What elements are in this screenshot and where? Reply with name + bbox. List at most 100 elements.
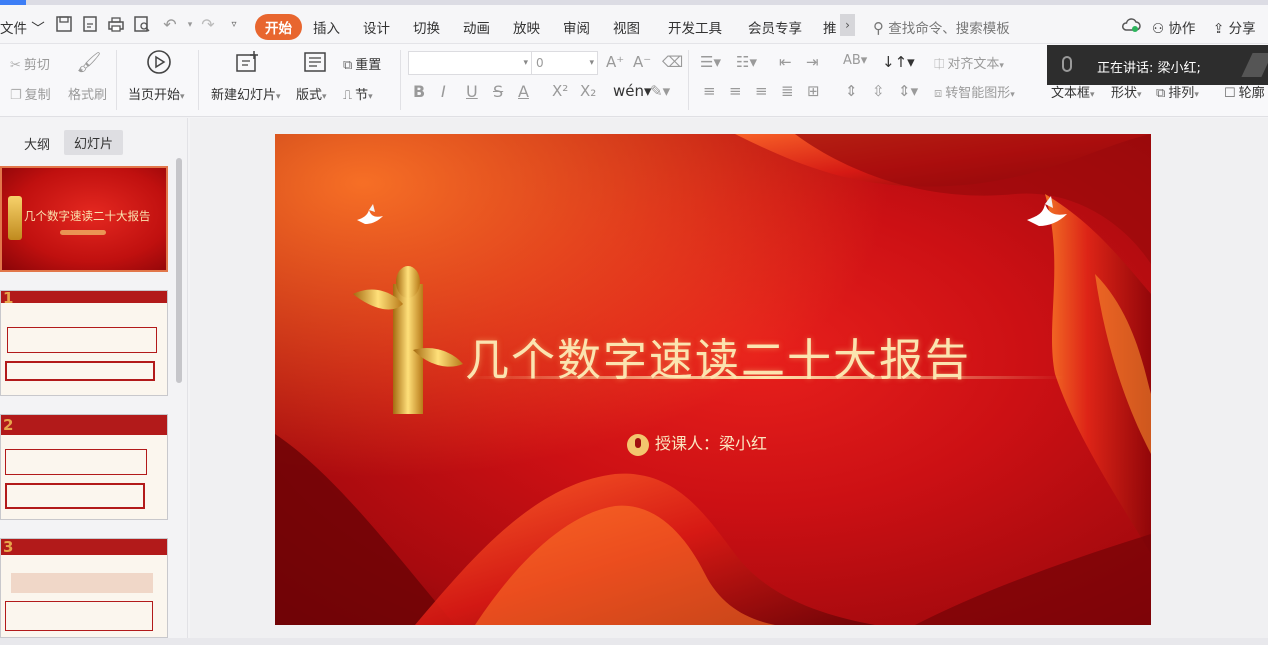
tab-member[interactable]: 会员专享 [748,17,802,37]
align-right-icon[interactable]: ≡ [755,82,768,100]
clear-format-icon[interactable]: ⌫ [662,53,683,71]
paragraph-spacing-icon[interactable]: ⇳ [872,82,885,100]
thumb-section-number: 3 [3,538,14,556]
increase-font-icon[interactable]: A⁺ [606,53,624,71]
collaborate-button[interactable]: ⚇ 协作 [1152,17,1195,37]
pen-icon [1241,53,1268,77]
align-text-button[interactable]: ⎅ 对齐文本▾ [934,53,1004,72]
section-icon: ⎍ [343,88,353,103]
redo-icon[interactable]: ↷ [198,15,218,35]
share-icon: ⇪ [1213,21,1225,37]
thumb-section-number: 2 [3,416,14,434]
file-menu[interactable]: 文件 ﹀ [0,17,45,37]
thumb-text-box [11,573,153,593]
play-icon [146,49,172,75]
tab-design[interactable]: 设计 [363,17,390,37]
smartart-button[interactable]: ⧈ 转智能图形▾ [934,82,1015,101]
print-icon[interactable] [106,15,126,35]
tab-view[interactable]: 视图 [613,17,640,37]
distribute-icon[interactable]: ⊞ [807,82,820,100]
microphone-icon [1062,56,1072,72]
tab-transitions[interactable]: 切换 [413,17,440,37]
format-painter-button[interactable]: 格式刷 [68,84,107,103]
underline-icon[interactable]: U [466,82,478,101]
ribbon-divider [116,50,117,110]
phonetic-guide-icon[interactable]: wén▾ [613,82,652,100]
undo-dropdown-icon[interactable]: ▾ [180,15,200,35]
numbered-list-icon[interactable]: ☷▾ [736,53,757,71]
cloud-sync-icon[interactable] [1121,17,1141,37]
align-center-icon[interactable]: ≡ [729,82,742,100]
menu-bar: 文件 ﹀ ↶ ▾ ↷ ▿ 开始 插入 设计 切换 动画 放映 审阅 视图 开发工… [0,0,1268,44]
collaborate-icon: ⚇ [1152,21,1165,37]
export-pdf-icon[interactable] [80,15,100,35]
section-button[interactable]: ⎍ 节▾ [343,84,373,103]
tab-recommend[interactable]: 推 [823,17,837,37]
tab-outline[interactable]: 大纲 [24,134,50,153]
slide-thumbnail-2[interactable]: 1 [0,290,168,396]
cut-button[interactable]: ✂ 剪切 [10,54,50,73]
save-icon[interactable] [54,15,74,35]
bold-icon[interactable]: B [413,82,425,101]
current-slide[interactable]: 几个数字速读二十大报告 授课人：梁小红 [275,134,1151,625]
font-family-select[interactable]: ▾ [408,51,532,75]
strikethrough-icon[interactable]: S [493,82,503,101]
navigator-scrollbar[interactable] [176,158,182,383]
sort-icon[interactable]: ↓↑▾ [882,53,915,71]
search-input[interactable]: 查找命令、搜索模板 [888,21,1010,37]
tab-insert[interactable]: 插入 [313,17,340,37]
active-window-indicator [0,0,26,5]
more-tabs-arrow-icon[interactable]: › [840,14,855,36]
ribbon-divider [198,50,199,110]
thumb-header-band [1,539,167,555]
huabiao-pillar-image [353,266,463,414]
tab-home[interactable]: 开始 [255,14,302,40]
slide-thumbnail-3[interactable]: 2 [0,414,168,520]
thumb-text-box [5,601,153,631]
copy-icon: ❐ [10,88,22,103]
slide-thumbnail-1[interactable]: 几个数字速读二十大报告 [0,166,168,272]
format-painter-icon: 🖌 [76,50,102,74]
new-slide-button[interactable]: 新建幻灯片▾ [211,84,281,103]
tab-developer[interactable]: 开发工具 [668,17,722,37]
increase-indent-icon[interactable]: ⇥ [806,53,819,71]
highlight-icon[interactable]: ✎▾ [650,82,670,100]
print-preview-icon[interactable] [132,15,152,35]
share-button[interactable]: ⇪ 分享 [1213,17,1256,37]
tab-slides[interactable]: 幻灯片 [64,130,124,155]
line-spacing-icon[interactable]: ⇕ [845,82,858,100]
subscript-icon[interactable]: X₂ [580,82,596,100]
undo-icon[interactable]: ↶ [160,15,180,35]
slide-thumbnail-4[interactable]: 3 [0,538,168,638]
font-color-icon[interactable]: A [518,82,529,101]
play-from-current-button[interactable]: 当页开始▾ [128,84,185,103]
font-size-select[interactable]: 0 ▾ [532,51,598,75]
lecturer-text: 授课人：梁小红 [655,434,768,453]
reset-icon: ⧉ [343,58,353,73]
justify-icon[interactable]: ≣ [781,82,794,100]
command-search[interactable]: ⚲ 查找命令、搜索模板 [873,17,1010,37]
thumb-text-box [5,361,155,381]
reset-button[interactable]: ⧉ 重置 [343,54,381,73]
tab-review[interactable]: 审阅 [563,17,590,37]
customize-quick-access-icon[interactable]: ▿ [224,15,244,35]
outline-icon: ☐ [1224,86,1236,101]
layout-button[interactable]: 版式▾ [296,84,327,103]
italic-icon[interactable]: I [441,82,446,101]
decrease-indent-icon[interactable]: ⇤ [779,53,792,71]
text-direction-icon[interactable]: AB▾ [843,53,867,68]
column-spacing-icon[interactable]: ⇕▾ [898,82,918,100]
search-icon: ⚲ [873,19,884,37]
align-left-icon[interactable]: ≡ [703,82,716,100]
lecturer-line[interactable]: 授课人：梁小红 [627,430,767,456]
layout-icon [302,49,328,75]
copy-button[interactable]: ❐ 复制 [10,84,51,103]
superscript-icon[interactable]: X² [552,82,568,100]
thumb-lecturer-line [60,230,106,235]
decrease-font-icon[interactable]: A⁻ [633,53,651,71]
speaking-indicator: 正在讲话: 梁小红; [1047,45,1268,85]
dove-icon [357,204,383,224]
tab-slideshow[interactable]: 放映 [513,17,540,37]
bullet-list-icon[interactable]: ☰▾ [700,53,721,71]
tab-animations[interactable]: 动画 [463,17,490,37]
